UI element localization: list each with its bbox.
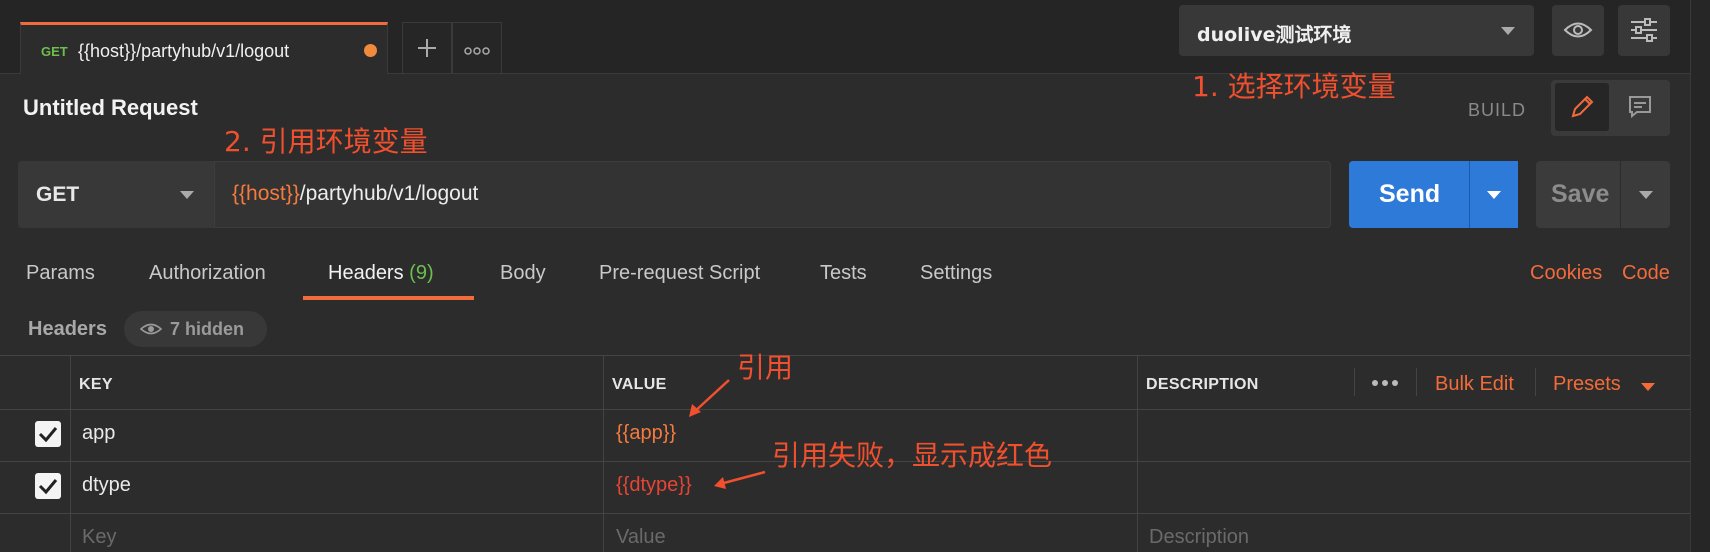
annotation-arrow-icon [714,470,766,489]
annotation-arrows [689,379,766,489]
annotation-arrow-icon [689,379,730,417]
postman-window: GET {{host}}/partyhub/v1/logout duolive测… [0,0,1710,552]
scrollbar[interactable] [1690,0,1710,552]
